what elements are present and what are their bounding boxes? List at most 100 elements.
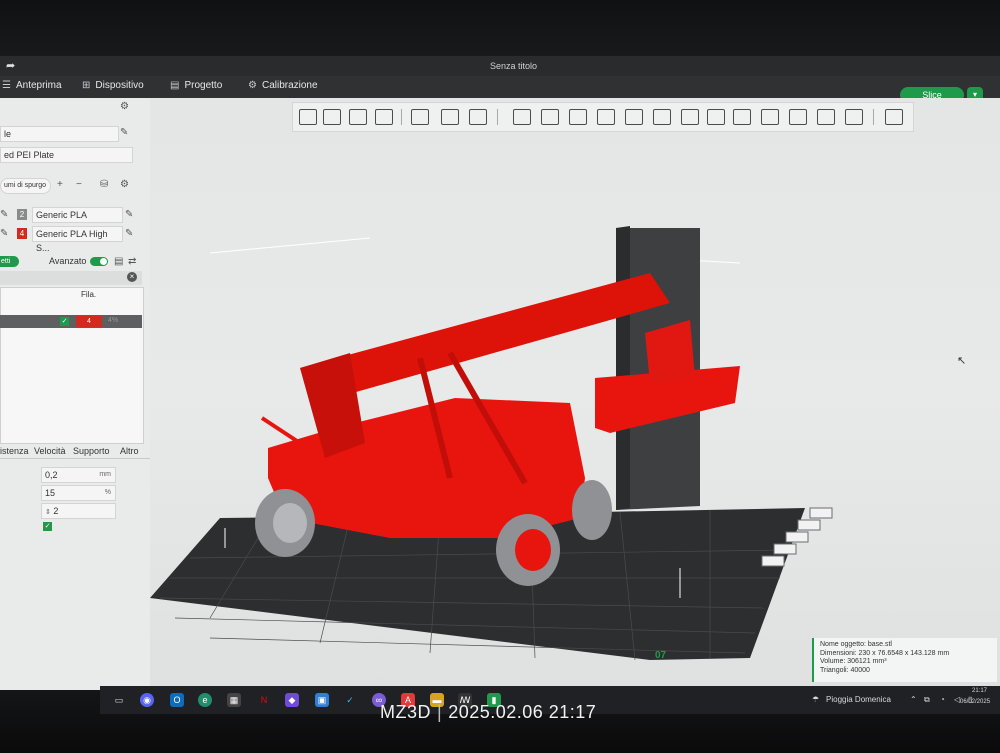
objects-tab[interactable]: etti (0, 256, 19, 267)
add-object-icon[interactable] (299, 109, 317, 125)
watermark-separator: | (437, 702, 443, 722)
settings-gear-icon[interactable]: ⚙ (120, 101, 129, 112)
rotate-icon[interactable] (541, 109, 559, 125)
plate-settings-icon[interactable] (441, 109, 459, 125)
todo-icon[interactable]: ✓ (343, 693, 357, 707)
toolbar-separator (497, 109, 498, 125)
arrange-icon[interactable] (375, 109, 393, 125)
visible-check-icon[interactable]: ✓ (60, 317, 69, 326)
lay-on-face-icon[interactable] (597, 109, 615, 125)
auto-orient-icon[interactable] (349, 109, 367, 125)
assembly-icon[interactable] (817, 109, 835, 125)
scene-svg: 07 (150, 226, 833, 661)
filament-1-index: 2 (19, 210, 25, 219)
filament-2-chip[interactable]: 4 (17, 228, 27, 239)
tab-strength[interactable]: istenza (0, 446, 29, 456)
toolbar-separator (401, 109, 402, 125)
edit-filament-1-preset-icon[interactable]: ✎ (125, 209, 133, 220)
filament-2-select[interactable]: Generic PLA High S... (32, 226, 123, 253)
cut-icon[interactable] (625, 109, 643, 125)
edit-printer-icon[interactable]: ✎ (120, 127, 128, 138)
store-icon[interactable]: ▦ (227, 693, 241, 707)
filament-column-header: Fila. (81, 290, 97, 299)
text-tool-icon[interactable] (733, 109, 751, 125)
tab-calibration-label: Calibrazione (261, 80, 318, 91)
add-filament-icon[interactable]: + (57, 179, 63, 190)
wall-loops-stepper[interactable]: ⇕ 2 (41, 503, 116, 519)
filament-1-select[interactable]: Generic PLA (32, 207, 123, 223)
compare-icon[interactable]: ⇄ (128, 256, 136, 267)
mouse-cursor-icon: ↖ (957, 355, 967, 367)
clock-time[interactable]: 21:17 (972, 688, 987, 694)
seam-paint-icon[interactable] (707, 109, 725, 125)
mesh-boolean-icon[interactable] (653, 109, 671, 125)
weather-icon[interactable]: ☂ (812, 695, 819, 704)
netflix-icon[interactable]: N (257, 693, 271, 707)
object-filament-badge[interactable]: 4 (76, 316, 102, 327)
network-icon[interactable]: ⧉ (924, 695, 930, 705)
stepper-arrows-icon[interactable]: ⇕ (45, 509, 51, 516)
camera-watermark: MZ3D | 2025.02.06 21:17 (380, 702, 596, 723)
tab-support[interactable]: Supporto (73, 446, 110, 456)
share-icon[interactable]: ➦ (6, 59, 15, 72)
close-icon[interactable]: × (127, 272, 137, 282)
purge-tower-shade (616, 226, 630, 510)
3d-viewport[interactable]: 07 (150, 98, 1000, 690)
clock-date[interactable]: 06/02/2025 (960, 699, 990, 705)
weather-text[interactable]: Pioggia Domenica (826, 695, 891, 704)
tab-speed[interactable]: Velocità (34, 446, 66, 456)
remove-filament-icon[interactable]: − (76, 179, 82, 190)
filament-1-name: Generic PLA (36, 210, 88, 220)
project-icon: ▤ (170, 80, 180, 91)
objects-tab-label: etti (1, 258, 11, 265)
plate-select[interactable]: ed PEI Plate (0, 147, 133, 163)
tab-calibration[interactable]: ⚙ Calibrazione (248, 80, 318, 91)
toolbar-separator (873, 109, 874, 125)
object-row[interactable] (0, 315, 142, 328)
filament-1-chip[interactable]: 2 (17, 209, 27, 220)
filament-settings-icon[interactable]: ⚙ (120, 179, 129, 190)
plate-select-value: ed PEI Plate (4, 150, 55, 160)
tab-project-label: Progetto (184, 80, 223, 91)
app-icon[interactable]: ◆ (285, 693, 299, 707)
scale-icon[interactable] (569, 109, 587, 125)
layers-view-icon[interactable] (469, 109, 487, 125)
watermark-brand: MZ3D (380, 702, 431, 722)
layer-height-input[interactable]: 0,2 mm (41, 467, 116, 483)
variable-layer-icon[interactable] (885, 109, 903, 125)
discord-icon[interactable]: ◉ (140, 693, 154, 707)
tray-chevron-icon[interactable]: ⌃ (910, 695, 917, 704)
object-list-header-bar (0, 271, 142, 285)
add-plate-icon[interactable] (323, 109, 341, 125)
task-view-icon[interactable]: ▭ (112, 693, 126, 707)
wifi-icon[interactable]: ◔ (940, 695, 945, 704)
move-icon[interactable] (513, 109, 531, 125)
edge-icon[interactable]: e (198, 693, 212, 707)
edit-filament-2-icon[interactable]: ✎ (0, 228, 8, 239)
tab-device[interactable]: ⊞ Dispositivo (82, 80, 144, 91)
infill-density-input[interactable]: 15 % (41, 485, 116, 501)
whiteboard-icon[interactable]: ▣ (315, 693, 329, 707)
edit-filament-1-icon[interactable]: ✎ (0, 209, 8, 220)
edit-filament-2-preset-icon[interactable]: ✎ (125, 228, 133, 239)
printer-select-value: le (4, 129, 12, 139)
color-paint-icon[interactable] (761, 109, 779, 125)
fit-view-icon[interactable] (845, 109, 863, 125)
outlook-icon[interactable]: O (170, 693, 184, 707)
support-paint-icon[interactable] (681, 109, 699, 125)
tab-project[interactable]: ▤ Progetto (170, 80, 222, 91)
ams-icon[interactable]: ⛁ (100, 179, 108, 190)
measure-icon[interactable] (789, 109, 807, 125)
tab-other[interactable]: Altro (120, 446, 139, 456)
view-orient-icon[interactable] (411, 109, 429, 125)
tab-preview[interactable]: ☰ Anteprima (2, 80, 62, 91)
purge-volumes-button[interactable]: umi di spurgo (0, 178, 51, 194)
toolbar (292, 102, 914, 132)
object-extra-value: 4% (108, 317, 119, 324)
advanced-toggle[interactable] (90, 257, 108, 266)
title-bar: ➦ Senza titolo (0, 56, 1000, 76)
printer-select[interactable]: le (0, 126, 119, 142)
wall-loops-value: 2 (53, 506, 59, 516)
option-checkbox[interactable]: ✓ (43, 522, 52, 531)
list-view-icon[interactable]: ▤ (114, 256, 123, 267)
